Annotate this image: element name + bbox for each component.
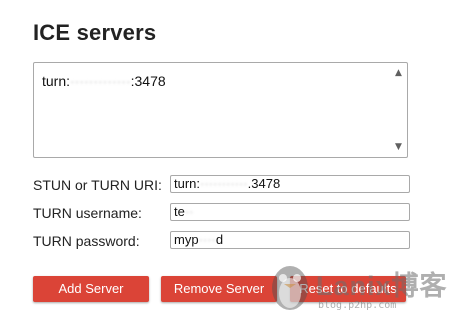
ice-server-entry[interactable]: turn:·············:3478 <box>42 73 166 89</box>
username-value-masked: ·· <box>184 204 194 219</box>
ice-server-masked-host: ············· <box>70 73 131 89</box>
uri-value-suffix: .3478 <box>247 176 281 191</box>
uri-value-masked: ··········· <box>200 176 248 191</box>
reset-to-defaults-button[interactable]: Reset to defaults <box>290 276 406 302</box>
password-input[interactable]: myp····d <box>170 231 410 249</box>
uri-input[interactable]: turn:···········.3478 <box>170 175 410 193</box>
password-value-suffix: d <box>215 232 224 247</box>
username-value-prefix: te <box>174 204 185 219</box>
remove-server-button[interactable]: Remove Server <box>161 276 277 302</box>
uri-value-prefix: turn: <box>174 176 201 191</box>
scrollbar[interactable]: ▲ ▼ <box>391 64 406 156</box>
scroll-down-arrow-icon[interactable]: ▼ <box>391 140 406 154</box>
username-label: TURN username: <box>33 205 142 221</box>
ice-servers-list[interactable]: turn:·············:3478 ▲ ▼ <box>33 62 408 158</box>
ice-server-prefix: turn: <box>42 73 71 89</box>
scroll-up-arrow-icon[interactable]: ▲ <box>391 66 406 80</box>
password-label: TURN password: <box>33 233 140 249</box>
uri-label: STUN or TURN URI: <box>33 177 162 193</box>
username-input[interactable]: te·· <box>170 203 410 221</box>
page-title: ICE servers <box>33 20 157 45</box>
password-value-masked: ···· <box>198 232 216 247</box>
add-server-button[interactable]: Add Server <box>33 276 149 302</box>
ice-server-suffix: :3478 <box>130 73 166 89</box>
ice-servers-page: ICE servers turn:·············:3478 ▲ ▼ … <box>0 0 474 320</box>
password-value-prefix: myp <box>174 232 199 247</box>
